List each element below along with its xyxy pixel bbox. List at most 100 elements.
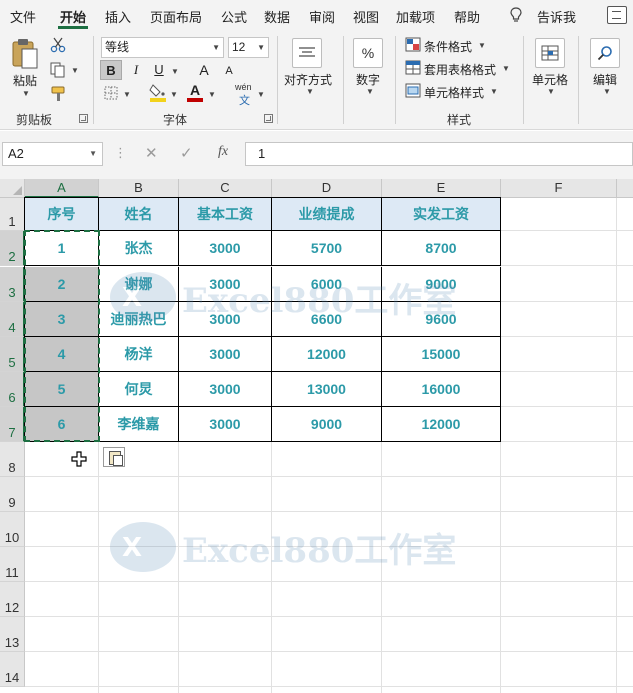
cell-e5[interactable]: 15000 <box>382 337 501 372</box>
tell-me-search[interactable]: 告诉我 <box>537 7 576 26</box>
column-header-a[interactable]: A <box>25 179 99 198</box>
resize-handle-icon[interactable]: ⋮ <box>114 145 127 161</box>
editing-label[interactable]: 编辑 <box>593 71 617 88</box>
worksheet-grid[interactable]: A B C D E F 1 2 3 4 5 6 7 8 9 10 11 12 13 14 序号 姓名 基本工资… <box>0 179 633 693</box>
paste-options-icon[interactable] <box>103 447 125 467</box>
cell-e2[interactable]: 8700 <box>382 231 501 266</box>
cell-d5[interactable]: 12000 <box>272 337 382 372</box>
lightbulb-icon[interactable] <box>509 7 523 23</box>
cell-a1[interactable]: 序号 <box>25 198 99 231</box>
underline-button[interactable]: U <box>148 60 170 80</box>
comment-icon[interactable] <box>607 6 627 24</box>
cell-e1[interactable]: 实发工资 <box>382 198 501 231</box>
cells-dropdown-icon[interactable]: ▼ <box>547 87 555 96</box>
menu-review[interactable]: 审阅 <box>309 7 335 26</box>
fill-color-dropdown-icon[interactable]: ▼ <box>170 90 178 99</box>
cell-d2[interactable]: 5700 <box>272 231 382 266</box>
number-format-button[interactable]: % <box>353 38 383 68</box>
cell-d1[interactable]: 业绩提成 <box>272 198 382 231</box>
clipboard-launcher-icon[interactable] <box>79 114 88 123</box>
cell-b3[interactable]: 谢娜 <box>99 267 179 302</box>
menu-page-layout[interactable]: 页面布局 <box>150 7 202 26</box>
cell-c6[interactable]: 3000 <box>179 372 272 407</box>
cut-icon[interactable] <box>50 37 66 53</box>
cell-e3[interactable]: 9000 <box>382 267 501 302</box>
cell-d3[interactable]: 6000 <box>272 267 382 302</box>
number-label[interactable]: 数字 <box>356 71 380 88</box>
cell-b1[interactable]: 姓名 <box>99 198 179 231</box>
editing-dropdown-icon[interactable]: ▼ <box>603 87 611 96</box>
menu-help[interactable]: 帮助 <box>454 7 480 26</box>
borders-icon[interactable] <box>104 86 118 100</box>
paste-dropdown-icon[interactable]: ▼ <box>22 89 30 98</box>
enter-icon[interactable]: ✓ <box>180 144 193 162</box>
cells-label[interactable]: 单元格 <box>532 71 568 88</box>
font-color-button[interactable]: A <box>186 82 204 102</box>
cell-d4[interactable]: 6600 <box>272 302 382 337</box>
name-box[interactable]: A2 ▼ <box>2 142 103 166</box>
format-painter-icon[interactable] <box>50 86 68 102</box>
chevron-down-icon[interactable]: ▼ <box>478 41 486 50</box>
row-header-1[interactable]: 1 <box>0 198 25 231</box>
column-header-g[interactable] <box>617 179 633 198</box>
italic-button[interactable]: I <box>125 60 147 80</box>
row-header-13[interactable]: 13 <box>0 617 25 652</box>
column-header-f[interactable]: F <box>501 179 617 198</box>
copy-icon[interactable] <box>50 62 66 78</box>
copy-dropdown-icon[interactable]: ▼ <box>71 66 79 75</box>
row-header-11[interactable]: 11 <box>0 547 25 582</box>
cell-b6[interactable]: 何炅 <box>99 372 179 407</box>
conditional-format-button[interactable]: 条件格式 <box>424 38 472 55</box>
menu-data[interactable]: 数据 <box>264 7 290 26</box>
cell-b7[interactable]: 李维嘉 <box>99 407 179 442</box>
underline-dropdown-icon[interactable]: ▼ <box>171 67 179 76</box>
row-header-5[interactable]: 5 <box>0 337 25 372</box>
cell-c2[interactable]: 3000 <box>179 231 272 266</box>
menu-formulas[interactable]: 公式 <box>221 7 247 26</box>
fill-color-icon[interactable] <box>149 83 167 102</box>
menu-insert[interactable]: 插入 <box>105 7 131 26</box>
editing-button[interactable] <box>590 38 620 68</box>
borders-dropdown-icon[interactable]: ▼ <box>123 90 131 99</box>
row-header-10[interactable]: 10 <box>0 512 25 547</box>
bold-button[interactable]: B <box>100 60 122 80</box>
alignment-button[interactable] <box>292 38 322 68</box>
column-header-d[interactable]: D <box>272 179 382 198</box>
cell-c3[interactable]: 3000 <box>179 267 272 302</box>
formula-input[interactable]: 1 <box>245 142 633 166</box>
select-all-button[interactable] <box>0 179 25 198</box>
menu-file[interactable]: 文件 <box>10 7 36 26</box>
alignment-dropdown-icon[interactable]: ▼ <box>306 87 314 96</box>
font-color-dropdown-icon[interactable]: ▼ <box>208 90 216 99</box>
column-header-b[interactable]: B <box>99 179 179 198</box>
chevron-down-icon[interactable]: ▼ <box>502 64 510 73</box>
row-header-12[interactable]: 12 <box>0 582 25 617</box>
chevron-down-icon[interactable]: ▼ <box>490 87 498 96</box>
font-size-select[interactable]: 12 ▼ <box>228 37 269 58</box>
row-header-14[interactable]: 14 <box>0 652 25 687</box>
row-header-8[interactable]: 8 <box>0 442 25 477</box>
row-header-9[interactable]: 9 <box>0 477 25 512</box>
row-header-7[interactable]: 7 <box>0 407 25 442</box>
paste-label[interactable]: 粘贴 <box>13 72 37 89</box>
cancel-icon[interactable]: ✕ <box>145 144 158 162</box>
row-header-2[interactable]: 2 <box>0 231 25 266</box>
cell-b2[interactable]: 张杰 <box>99 231 179 266</box>
insert-function-icon[interactable]: fx <box>218 144 228 160</box>
cell-b4[interactable]: 迪丽热巴 <box>99 302 179 337</box>
cell-d6[interactable]: 13000 <box>272 372 382 407</box>
menu-view[interactable]: 视图 <box>353 7 379 26</box>
alignment-label[interactable]: 对齐方式 <box>284 71 332 88</box>
grow-font-button[interactable]: A <box>193 60 215 80</box>
cell-c5[interactable]: 3000 <box>179 337 272 372</box>
paste-icon[interactable] <box>10 38 40 70</box>
column-header-c[interactable]: C <box>179 179 272 198</box>
cell-b5[interactable]: 杨洋 <box>99 337 179 372</box>
font-name-select[interactable]: 等线 ▼ <box>101 37 224 58</box>
cell-c7[interactable]: 3000 <box>179 407 272 442</box>
cell-e7[interactable]: 12000 <box>382 407 501 442</box>
row-header-4[interactable]: 4 <box>0 302 25 337</box>
format-as-table-button[interactable]: 套用表格格式 <box>424 61 496 78</box>
column-header-e[interactable]: E <box>382 179 501 198</box>
cell-e4[interactable]: 9600 <box>382 302 501 337</box>
